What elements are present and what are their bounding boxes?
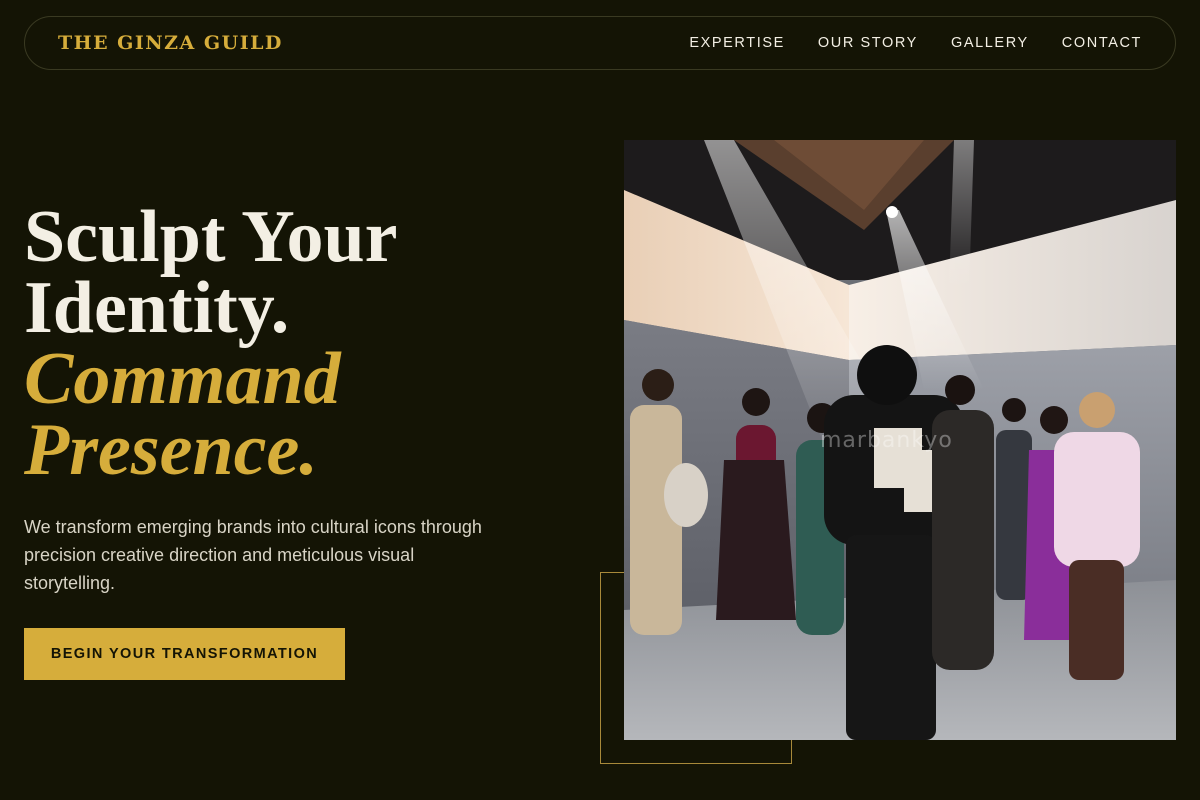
nav-link-our-story[interactable]: OUR STORY [818, 35, 918, 51]
headline-accent-line-2: Presence. [24, 409, 318, 491]
brand-logo[interactable]: THE GINZA GUILD [58, 32, 283, 54]
headline-accent-line-1: Command [24, 338, 341, 420]
hero-photo: marbankyo [624, 140, 1176, 740]
nav-link-contact[interactable]: CONTACT [1062, 35, 1142, 51]
nav-link-expertise[interactable]: EXPERTISE [689, 35, 785, 51]
top-navigation: THE GINZA GUILD EXPERTISE OUR STORY GALL… [24, 16, 1176, 70]
main-menu: EXPERTISE OUR STORY GALLERY CONTACT [689, 35, 1142, 51]
begin-transformation-button[interactable]: BEGIN YOUR TRANSFORMATION [24, 628, 345, 680]
headline-line-1: Sculpt Your [24, 196, 398, 278]
hero-headline: Sculpt Your Identity. Command Presence. [24, 196, 398, 491]
headline-line-2: Identity. [24, 267, 290, 349]
nav-link-gallery[interactable]: GALLERY [951, 35, 1029, 51]
hero-description: We transform emerging brands into cultur… [24, 517, 482, 593]
photo-watermark: marbankyo [820, 428, 953, 453]
